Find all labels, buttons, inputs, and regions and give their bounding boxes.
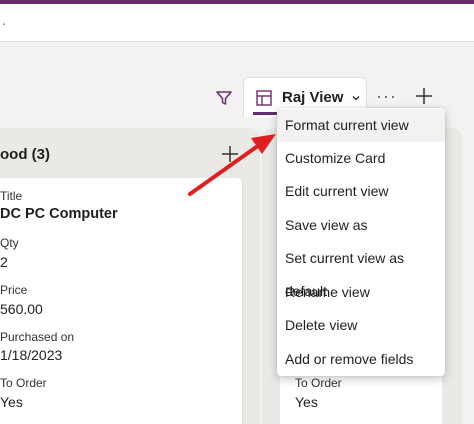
- chevron-down-icon: [352, 95, 360, 100]
- view-name: Raj View: [282, 89, 344, 106]
- field-label-purchased: Purchased on: [0, 330, 75, 344]
- field-value-qty: 2: [0, 254, 8, 270]
- add-view-button[interactable]: [414, 86, 438, 110]
- filter-icon: [216, 91, 232, 105]
- filter-button[interactable]: [212, 86, 236, 110]
- field-value-price: 560.00: [0, 301, 43, 317]
- field-label-order: To Order: [0, 376, 47, 390]
- field-label-order: To Order: [295, 376, 342, 390]
- menu-item-edit-current-view[interactable]: Edit current view: [277, 175, 445, 208]
- field-value-order: Yes: [295, 394, 318, 410]
- add-card-button[interactable]: [220, 144, 240, 164]
- menu-item-rename-view[interactable]: Rename view: [277, 276, 445, 309]
- menu-item-save-view-as[interactable]: Save view as: [277, 209, 445, 242]
- view-options-menu: Format current view Customize Card Edit …: [277, 108, 445, 376]
- command-bar-dot: .: [2, 12, 6, 28]
- field-value-purchased: 1/18/2023: [0, 347, 63, 363]
- column-title: ood (3): [0, 146, 50, 163]
- board-view-icon: [256, 89, 272, 106]
- menu-item-add-remove-fields[interactable]: Add or remove fields: [277, 343, 445, 376]
- command-bar: .: [0, 4, 474, 42]
- field-label-qty: Qty: [0, 236, 19, 250]
- menu-item-customize-card[interactable]: Customize Card: [277, 142, 445, 175]
- menu-item-format-current-view[interactable]: Format current view: [277, 109, 445, 142]
- field-value-title: DC PC Computer: [0, 206, 118, 222]
- menu-item-set-default-view[interactable]: Set current view as default: [277, 242, 445, 299]
- more-options-button[interactable]: ···: [376, 86, 397, 107]
- menu-item-delete-view[interactable]: Delete view: [277, 309, 445, 342]
- plus-icon: [222, 146, 238, 162]
- field-value-order: Yes: [0, 394, 23, 410]
- field-label-price: Price: [0, 283, 28, 297]
- plus-icon: [416, 88, 432, 104]
- field-label-title: Title: [0, 189, 23, 203]
